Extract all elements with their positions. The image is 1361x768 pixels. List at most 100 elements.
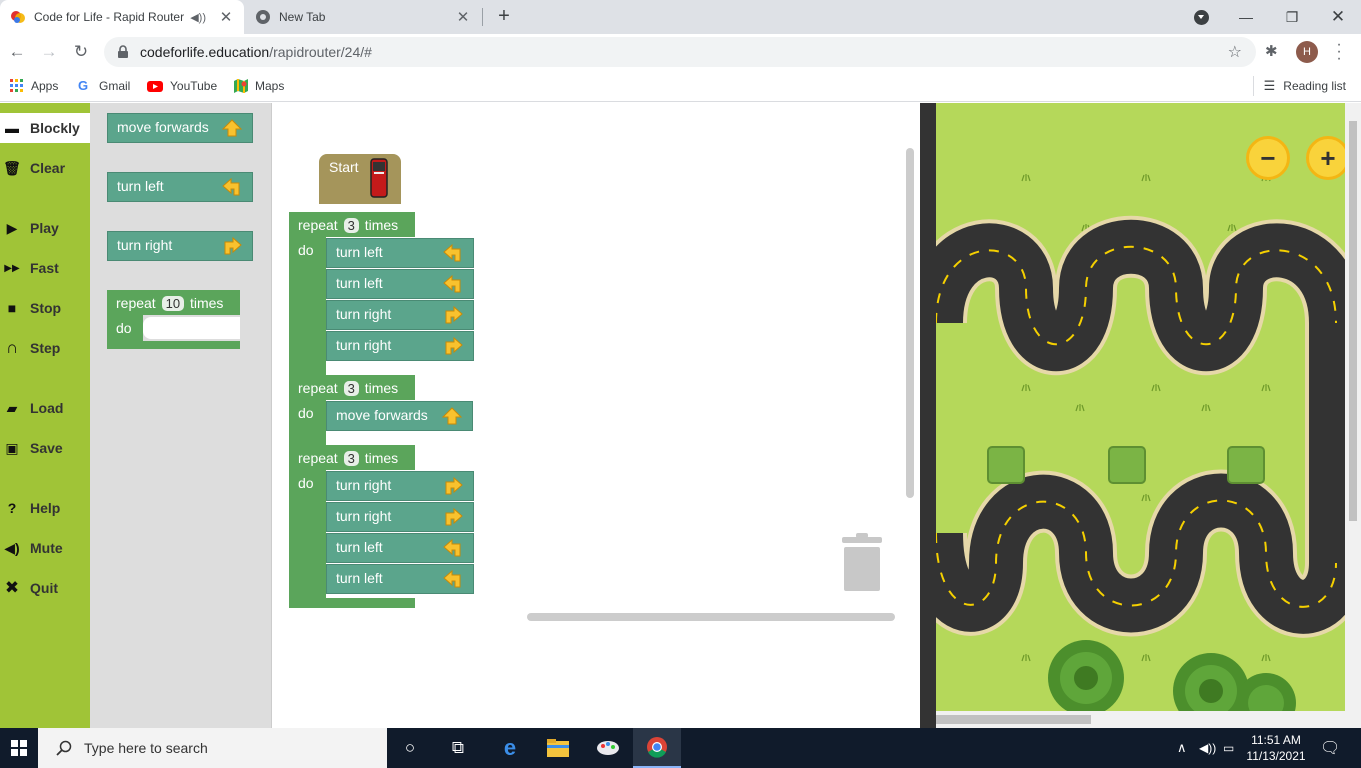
bookmark-maps[interactable]: Maps xyxy=(234,76,284,96)
youtube-icon xyxy=(147,81,163,92)
repeat-empty-slot xyxy=(143,317,240,339)
minimize-icon[interactable]: — xyxy=(1223,0,1269,34)
extensions-icon[interactable]: ✱ xyxy=(1265,42,1278,60)
bookmark-youtube[interactable]: YouTube xyxy=(147,76,217,96)
cortana-icon[interactable]: ○ xyxy=(386,728,434,768)
menu-step[interactable]: ∩ Step xyxy=(0,333,90,363)
zoom-in-button[interactable]: + xyxy=(1306,136,1350,180)
chrome-favicon-icon xyxy=(256,10,270,24)
menu-play[interactable]: ▶ Play xyxy=(0,213,90,243)
move-forwards-block[interactable]: move forwards xyxy=(326,401,473,431)
taskbar-search-box[interactable]: Type here to search xyxy=(38,728,387,768)
menu-load[interactable]: ▰ Load xyxy=(0,393,90,423)
menu-mute[interactable]: ◀) Mute xyxy=(0,533,90,563)
menu-help[interactable]: ? Help xyxy=(0,493,90,523)
close-window-icon[interactable]: ✕ xyxy=(1315,0,1361,34)
file-explorer-icon[interactable] xyxy=(534,728,582,768)
restore-icon[interactable]: ❐ xyxy=(1269,0,1315,34)
arrow-turn-left-icon xyxy=(443,570,461,588)
arrow-up-icon xyxy=(222,119,242,137)
toolbox-move-forwards-block[interactable]: move forwards xyxy=(107,113,253,143)
windows-start-button[interactable] xyxy=(0,728,38,768)
workspace-horizontal-scrollbar[interactable] xyxy=(527,613,895,621)
turn-right-block[interactable]: turn right xyxy=(326,502,474,532)
google-g-icon: G xyxy=(78,78,89,93)
game-map[interactable]: − + xyxy=(936,103,1361,728)
arrow-turn-right-icon xyxy=(445,306,463,324)
search-icon xyxy=(56,740,72,756)
zoom-out-button[interactable]: − xyxy=(1246,136,1290,180)
menu-quit[interactable]: ✖ Quit xyxy=(0,573,90,603)
network-icon[interactable]: ▭ xyxy=(1223,728,1234,768)
panel-divider[interactable] xyxy=(920,103,936,728)
windows-taskbar: Type here to search ○ ⧉ e ∧ ◀)) ▭ 11:51 … xyxy=(0,728,1361,768)
menu-save[interactable]: ▣ Save xyxy=(0,433,90,463)
menu-clear[interactable]: 🗑 Clear xyxy=(0,153,90,183)
map-vertical-scrollbar[interactable] xyxy=(1345,103,1361,728)
system-clock[interactable]: 11:51 AM 11/13/2021 xyxy=(1244,732,1308,764)
turn-left-block[interactable]: turn left xyxy=(326,269,474,299)
bookmark-label: Apps xyxy=(31,79,59,93)
url-path: /rapidrouter/24/# xyxy=(269,44,372,60)
repeat-count[interactable]: 3 xyxy=(343,451,359,466)
turn-left-block[interactable]: turn left xyxy=(326,533,474,563)
tab-rapid-router[interactable]: Code for Life - Rapid Router ◀)) ✕ xyxy=(0,0,244,34)
task-view-icon[interactable]: ⧉ xyxy=(434,728,482,768)
chrome-menu-icon[interactable]: · · · xyxy=(1334,37,1344,67)
code-for-life-favicon-icon xyxy=(11,11,25,23)
menu-blockly[interactable]: ▬ Blockly xyxy=(0,113,90,143)
map-horizontal-scrollbar[interactable] xyxy=(936,711,1345,728)
close-tab-icon[interactable]: ✕ xyxy=(218,8,234,26)
repeat-count[interactable]: 3 xyxy=(343,381,359,396)
bookmark-apps[interactable]: Apps xyxy=(10,76,58,96)
bookmark-star-icon[interactable]: ☆ xyxy=(1228,42,1242,62)
workspace-vertical-scrollbar[interactable] xyxy=(906,148,914,498)
forward-icon[interactable]: → xyxy=(37,40,61,64)
trash-can-icon[interactable] xyxy=(840,533,884,593)
volume-icon[interactable]: ◀)) xyxy=(1199,728,1216,768)
reading-list[interactable]: ☰ Reading list xyxy=(1252,76,1346,96)
notifications-icon[interactable]: 🗨 xyxy=(1320,728,1340,768)
toolbox-repeat-block[interactable]: repeat 10 times do xyxy=(107,290,240,351)
scroll-thumb[interactable] xyxy=(1349,121,1357,521)
tab-title: Code for Life - Rapid Router xyxy=(34,10,185,24)
repeat-count[interactable]: 10 xyxy=(161,296,185,311)
browser-tab-strip: Code for Life - Rapid Router ◀)) ✕ New T… xyxy=(0,0,1361,34)
turn-left-block[interactable]: turn left xyxy=(326,238,474,268)
bookmarks-bar: Apps G Gmail YouTube Maps ☰ Reading list xyxy=(0,70,1361,102)
arrow-turn-right-icon xyxy=(445,477,463,495)
speaker-icon: ◀) xyxy=(4,539,20,556)
show-hidden-icons[interactable]: ∧ xyxy=(1177,728,1187,768)
turn-right-block[interactable]: turn right xyxy=(326,471,474,501)
new-tab-icon[interactable]: + xyxy=(494,5,514,28)
reload-icon[interactable]: ↻ xyxy=(69,40,93,64)
repeat-count[interactable]: 3 xyxy=(343,218,359,233)
toolbox-turn-left-block[interactable]: turn left xyxy=(107,172,253,202)
arrow-turn-left-icon xyxy=(443,275,461,293)
back-icon[interactable]: ← xyxy=(5,40,29,64)
edge-browser-icon[interactable]: e xyxy=(486,728,534,768)
tab-new-tab[interactable]: New Tab ✕ xyxy=(245,0,481,34)
arrow-turn-right-icon xyxy=(224,237,242,255)
profile-avatar[interactable]: H xyxy=(1296,41,1318,63)
turn-left-block[interactable]: turn left xyxy=(326,564,474,594)
bookmark-gmail[interactable]: G Gmail xyxy=(78,76,130,96)
windows-logo-icon xyxy=(11,740,27,756)
app-shortcut-icon[interactable] xyxy=(584,728,632,768)
help-question-icon: ? xyxy=(7,500,17,516)
toolbox-turn-right-block[interactable]: turn right xyxy=(107,231,253,261)
close-tab-icon[interactable]: ✕ xyxy=(455,8,471,26)
chrome-taskbar-icon[interactable] xyxy=(633,728,681,768)
clock-time: 11:51 AM xyxy=(1251,733,1301,747)
speaker-icon[interactable]: ◀)) xyxy=(190,11,206,24)
menu-fast[interactable]: ▶▶ Fast xyxy=(0,253,90,283)
turn-right-block[interactable]: turn right xyxy=(326,300,474,330)
start-block[interactable]: Start xyxy=(319,154,401,204)
tab-search-icon[interactable] xyxy=(1194,10,1209,25)
address-bar[interactable]: codeforlife.education/rapidrouter/24/# ☆ xyxy=(104,37,1256,67)
scroll-thumb[interactable] xyxy=(936,715,1091,724)
tab-title: New Tab xyxy=(279,10,326,24)
turn-right-block[interactable]: turn right xyxy=(326,331,474,361)
menu-stop[interactable]: ■ Stop xyxy=(0,293,90,323)
trash-icon: 🗑 xyxy=(3,159,21,176)
